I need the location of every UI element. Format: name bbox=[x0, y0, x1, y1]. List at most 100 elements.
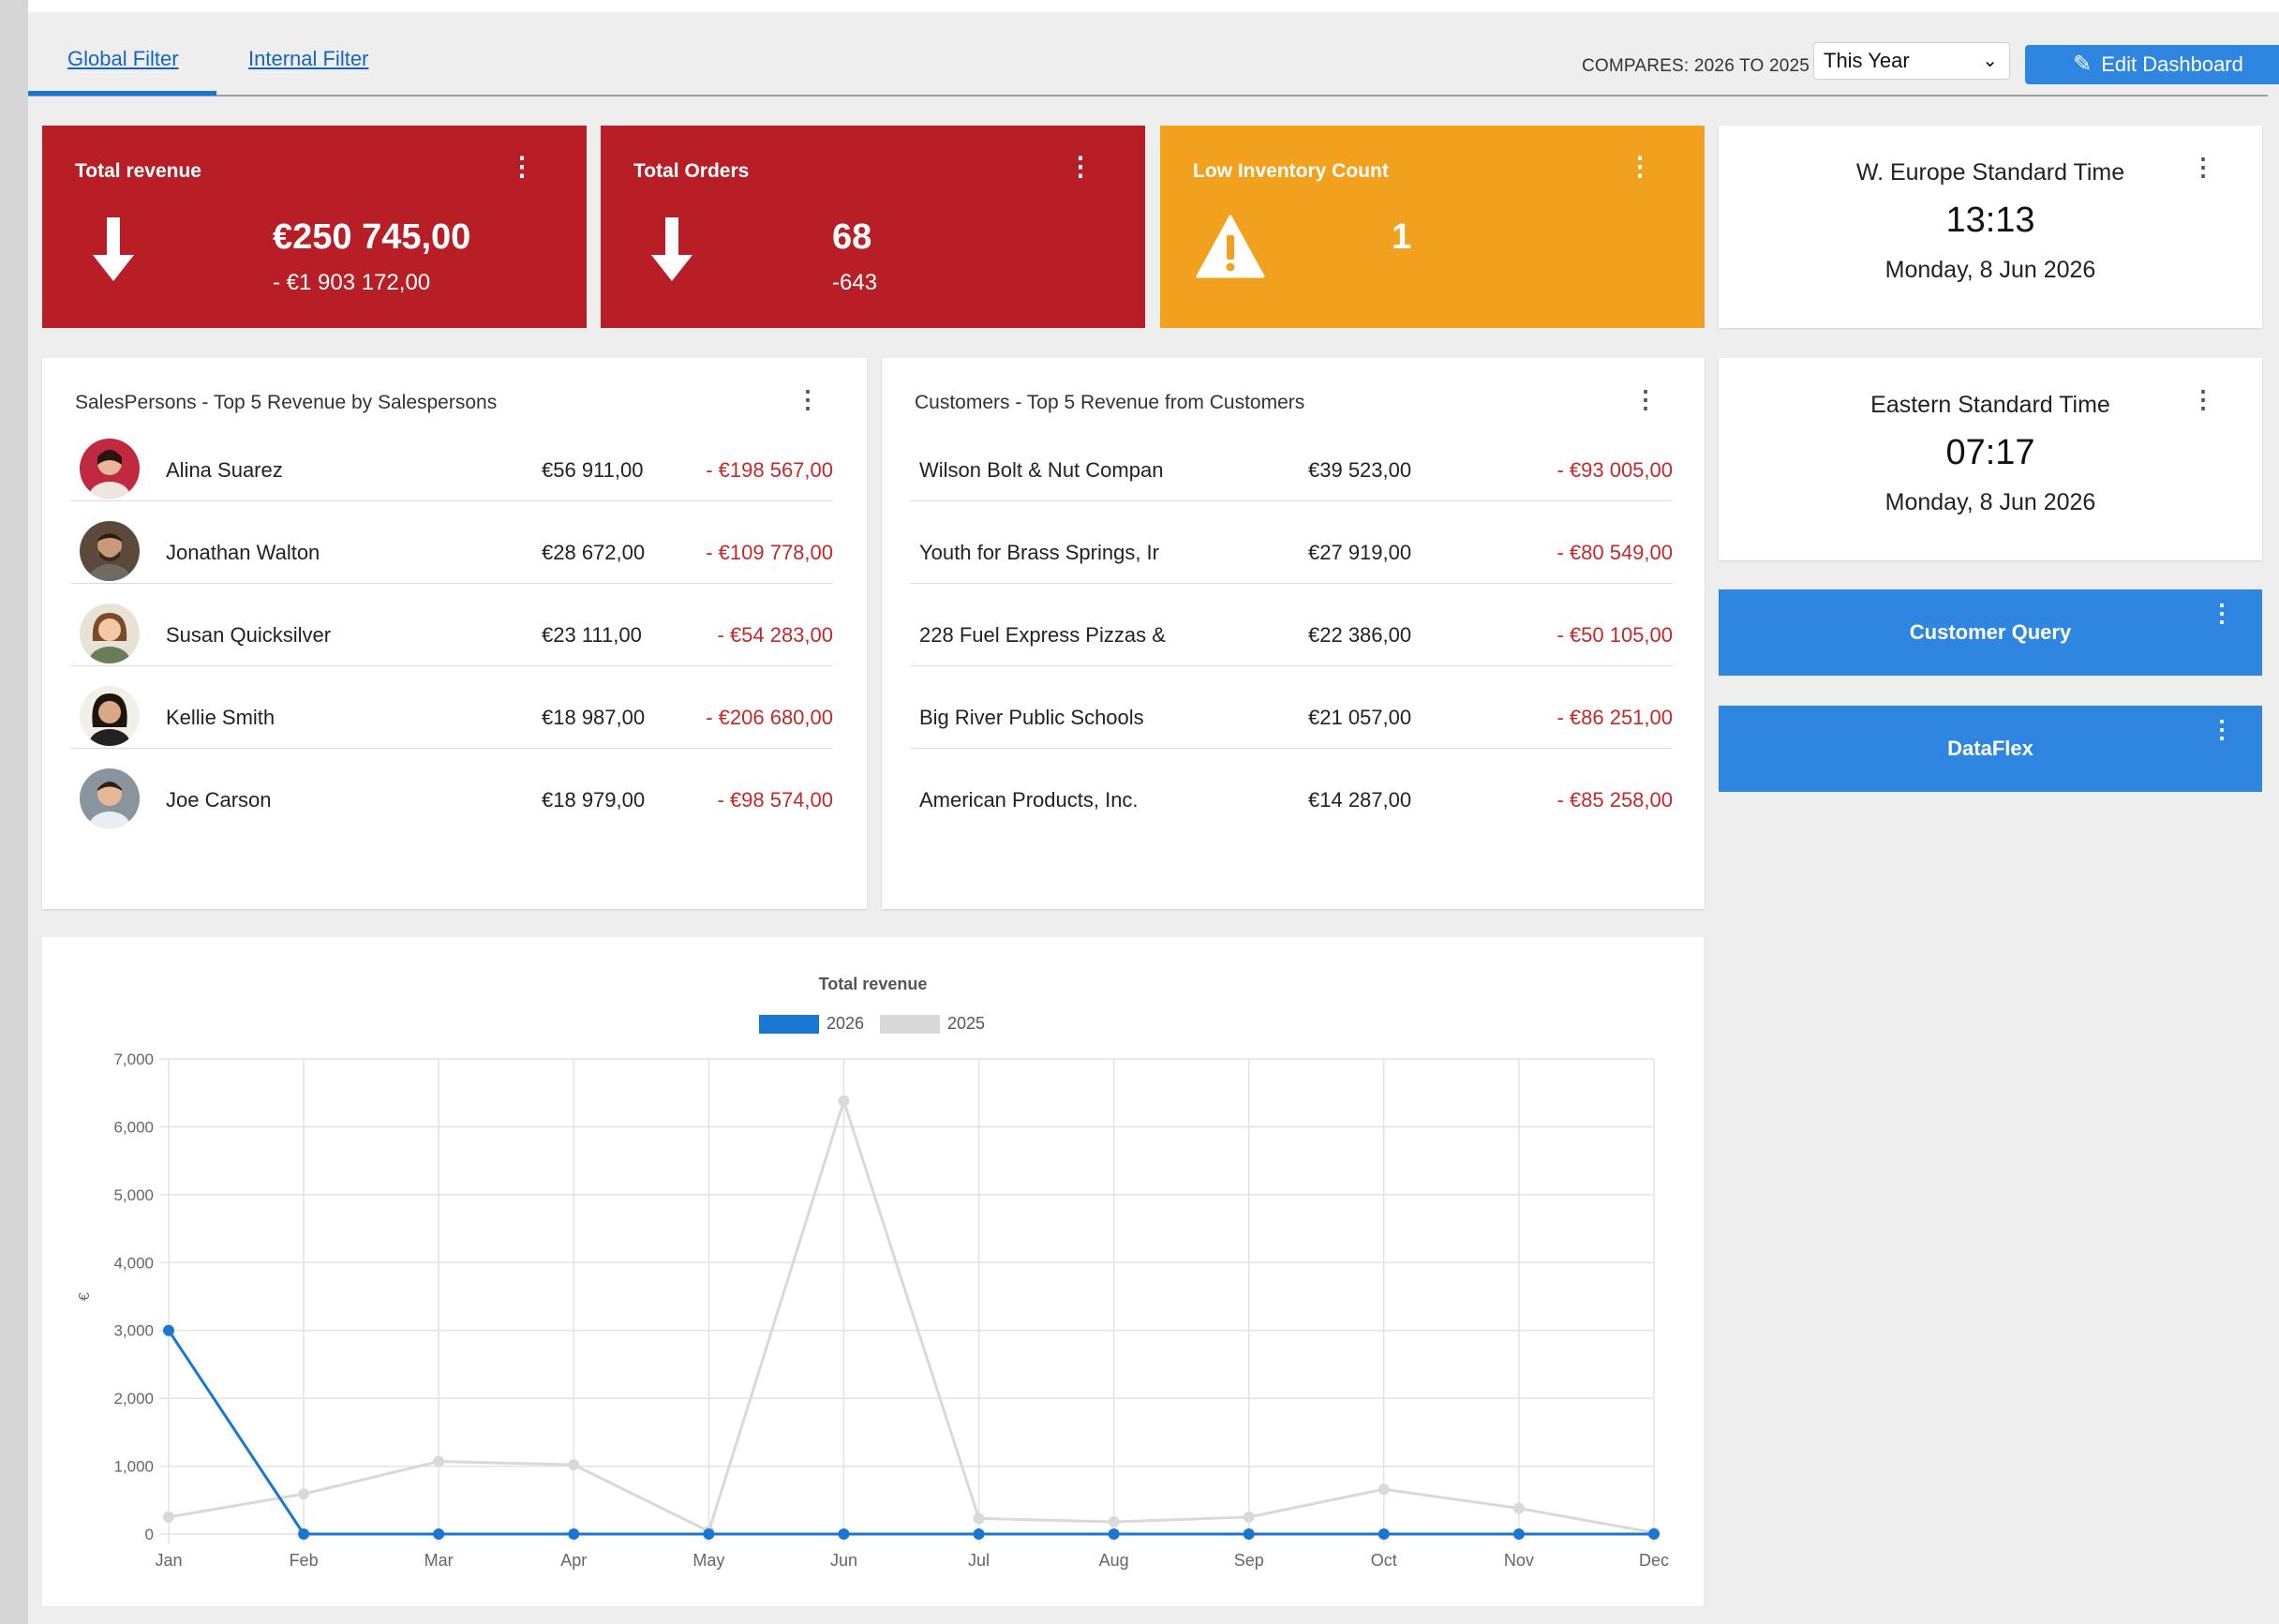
salesperson-diff: - €198 567,00 bbox=[706, 458, 833, 482]
series-line-2025 bbox=[168, 1095, 1655, 1535]
more-options-icon[interactable]: ⋮ bbox=[509, 154, 535, 180]
x-tick-label: Apr bbox=[560, 1551, 587, 1570]
data-point-2026 bbox=[433, 1528, 445, 1540]
series-line-2026 bbox=[167, 1329, 1654, 1536]
y-tick-label: 3,000 bbox=[113, 1322, 154, 1340]
customer-name: Wilson Bolt & Nut Compan bbox=[919, 458, 1164, 482]
customer-query-label: Customer Query bbox=[1909, 620, 2072, 644]
list-item[interactable]: American Products, Inc. €14 287,00 - €85… bbox=[910, 748, 1673, 830]
list-item[interactable]: Wilson Bolt & Nut Compan €39 523,00 - €9… bbox=[910, 418, 1673, 501]
customer-query-tile[interactable]: Customer Query ⋮ bbox=[1719, 589, 2262, 676]
x-tick-label: Dec bbox=[1639, 1551, 1669, 1570]
clock-timezone: W. Europe Standard Time bbox=[1855, 159, 2125, 186]
list-item[interactable]: 228 Fuel Express Pizzas & €22 386,00 - €… bbox=[910, 583, 1673, 666]
period-select-value: This Year bbox=[1824, 49, 1910, 72]
x-tick-label: Jul bbox=[968, 1551, 990, 1570]
list-item[interactable]: Kellie Smith €18 987,00 - €206 680,00 bbox=[70, 665, 833, 749]
kpi-title: Total Orders bbox=[633, 160, 750, 182]
data-point-2026 bbox=[1512, 1528, 1525, 1540]
data-point-2026 bbox=[1378, 1528, 1390, 1540]
customer-diff: - €80 549,00 bbox=[1557, 541, 1673, 564]
kpi-value: 1 bbox=[1392, 217, 1412, 257]
more-options-icon[interactable]: ⋮ bbox=[1067, 154, 1094, 180]
customer-diff: - €86 251,00 bbox=[1557, 706, 1673, 729]
arrow-down-icon bbox=[93, 217, 134, 281]
data-point-2026 bbox=[1648, 1528, 1660, 1540]
chevron-down-icon: ⌄ bbox=[1982, 51, 1998, 71]
more-options-icon[interactable]: ⋮ bbox=[796, 387, 820, 411]
active-tab-indicator bbox=[28, 91, 216, 96]
data-point-2025 bbox=[1512, 1502, 1525, 1514]
salesperson-name: Joe Carson bbox=[166, 788, 272, 812]
x-tick-label: Feb bbox=[290, 1551, 319, 1570]
avatar bbox=[80, 768, 140, 828]
edit-dashboard-button[interactable]: ✎ Edit Dashboard bbox=[2025, 45, 2279, 84]
list-item[interactable]: Alina Suarez €56 911,00 - €198 567,00 bbox=[70, 418, 833, 501]
period-select[interactable]: This Year ⌄ bbox=[1813, 42, 2010, 80]
salesperson-amount: €56 911,00 bbox=[542, 458, 644, 482]
salesperson-diff: - €109 778,00 bbox=[706, 541, 833, 564]
salesperson-name: Jonathan Walton bbox=[166, 541, 320, 564]
more-options-icon[interactable]: ⋮ bbox=[2210, 717, 2234, 741]
customer-diff: - €50 105,00 bbox=[1557, 623, 1673, 647]
y-tick-label: 7,000 bbox=[113, 1050, 154, 1068]
y-tick-label: 2,000 bbox=[113, 1390, 154, 1408]
customer-amount: €21 057,00 bbox=[1308, 706, 1412, 729]
salesperson-name: Alina Suarez bbox=[166, 458, 283, 482]
data-point-2026 bbox=[163, 1324, 174, 1336]
customer-name: American Products, Inc. bbox=[919, 788, 1139, 812]
salesperson-amount: €18 979,00 bbox=[542, 788, 646, 812]
clock-card-w-europe: ⋮ W. Europe Standard Time 13:13 Monday, … bbox=[1719, 126, 2262, 328]
customer-name: Big River Public Schools bbox=[919, 706, 1144, 729]
list-item[interactable]: Susan Quicksilver €23 111,00 - €54 283,0… bbox=[70, 583, 833, 666]
data-point-2025 bbox=[973, 1512, 985, 1525]
x-tick-label: Mar bbox=[425, 1551, 454, 1570]
x-tick-label: Jun bbox=[830, 1551, 857, 1570]
x-tick-label: May bbox=[693, 1551, 724, 1570]
customer-amount: €39 523,00 bbox=[1308, 458, 1412, 482]
dataflex-tile[interactable]: DataFlex ⋮ bbox=[1719, 706, 2262, 792]
tab-internal-filter[interactable]: Internal Filter bbox=[248, 47, 368, 71]
avatar bbox=[80, 686, 140, 746]
y-tick-label: 4,000 bbox=[113, 1254, 154, 1272]
more-options-icon[interactable]: ⋮ bbox=[1633, 387, 1658, 411]
list-item[interactable]: Joe Carson €18 979,00 - €98 574,00 bbox=[70, 748, 833, 830]
salesperson-diff: - €206 680,00 bbox=[706, 706, 833, 729]
edit-icon: ✎ bbox=[2073, 52, 2093, 77]
data-point-2025 bbox=[433, 1455, 445, 1468]
revenue-line-chart: 0 1,000 2,000 3,000 4,000 5,000 6,000 7,000 Jan F… bbox=[77, 1050, 1669, 1570]
list-item[interactable]: Youth for Brass Springs, Ir €27 919,00 -… bbox=[910, 500, 1673, 584]
warning-icon bbox=[1196, 215, 1265, 278]
list-item[interactable]: Jonathan Walton €28 672,00 - €109 778,00 bbox=[70, 500, 833, 584]
customer-name: 228 Fuel Express Pizzas & bbox=[919, 623, 1166, 647]
x-tick-label: Jan bbox=[155, 1551, 182, 1570]
kpi-total-revenue: Total revenue ⋮ €250 745,00 - €1 903 172… bbox=[42, 126, 587, 328]
dashboard-header: Global Filter Internal Filter COMPARES: … bbox=[28, 12, 2279, 97]
data-point-2025 bbox=[1378, 1483, 1390, 1496]
more-options-icon[interactable]: ⋮ bbox=[2210, 601, 2234, 625]
y-tick-label: 5,000 bbox=[113, 1186, 154, 1204]
kpi-delta: - €1 903 172,00 bbox=[273, 270, 431, 295]
data-point-2026 bbox=[838, 1528, 850, 1540]
data-point-2026 bbox=[1108, 1528, 1120, 1540]
edit-dashboard-label: Edit Dashboard bbox=[2101, 52, 2243, 76]
x-tick-label: Oct bbox=[1371, 1551, 1397, 1570]
y-tick-label: 6,000 bbox=[113, 1118, 154, 1136]
data-point-2025 bbox=[1108, 1515, 1120, 1527]
kpi-delta: -643 bbox=[832, 270, 878, 295]
tab-global-filter[interactable]: Global Filter bbox=[67, 47, 179, 71]
y-axis-label: € bbox=[77, 1292, 93, 1301]
more-options-icon[interactable]: ⋮ bbox=[1627, 154, 1653, 180]
kpi-title: Low Inventory Count bbox=[1193, 160, 1389, 182]
y-tick-label: 0 bbox=[145, 1526, 154, 1543]
clock-time: 07:17 bbox=[1945, 433, 2035, 472]
customer-amount: €22 386,00 bbox=[1308, 623, 1412, 647]
clock-date: Monday, 8 Jun 2026 bbox=[1884, 257, 2096, 283]
list-item[interactable]: Big River Public Schools €21 057,00 - €8… bbox=[910, 665, 1673, 749]
salespersons-title: SalesPersons - Top 5 Revenue by Salesper… bbox=[75, 392, 498, 413]
data-point-2026 bbox=[298, 1528, 310, 1540]
customer-diff: - €85 258,00 bbox=[1557, 788, 1673, 812]
kpi-value: 68 bbox=[832, 217, 872, 257]
compares-label: COMPARES: 2026 TO 2025 bbox=[1582, 56, 1810, 76]
data-point-2025 bbox=[298, 1488, 310, 1500]
